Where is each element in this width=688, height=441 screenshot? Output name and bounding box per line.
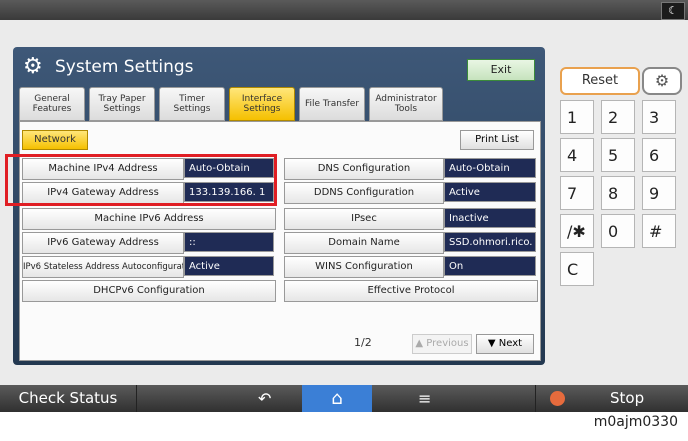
tab-network[interactable]: Network <box>22 130 88 150</box>
key-hash[interactable]: # <box>642 214 676 248</box>
divider <box>136 385 137 412</box>
home-button[interactable]: ⌂ <box>302 385 372 412</box>
key-7[interactable]: 7 <box>560 176 594 210</box>
tab-tray-paper-settings[interactable]: Tray Paper Settings <box>89 87 155 121</box>
ipsec-button[interactable]: IPsec <box>284 208 444 230</box>
ipsec-value: Inactive <box>444 208 536 228</box>
machine-ipv6-address-button[interactable]: Machine IPv6 Address <box>22 208 276 230</box>
tab-timer-settings[interactable]: Timer Settings <box>159 87 225 121</box>
dhcpv6-configuration-button[interactable]: DHCPv6 Configuration <box>22 280 276 302</box>
tab-general-features[interactable]: General Features <box>19 87 85 121</box>
screen-area: ⚙ System Settings Exit General Features … <box>0 20 688 385</box>
ipv6-stateless-autoconfig-value: Active <box>184 256 274 276</box>
menu-icon[interactable]: ≡ <box>418 385 431 412</box>
reset-button[interactable]: Reset <box>560 67 640 95</box>
key-2[interactable]: 2 <box>601 100 635 134</box>
tab-administrator-tools[interactable]: Administrator Tools <box>369 87 443 121</box>
ipv6-stateless-autoconfig-button[interactable]: IPv6 Stateless Address Autoconfiguration <box>22 256 184 278</box>
divider <box>535 385 536 412</box>
print-list-button[interactable]: Print List <box>460 130 534 150</box>
exit-button[interactable]: Exit <box>467 59 535 81</box>
stop-button[interactable]: Stop <box>610 385 644 412</box>
system-settings-panel: ⚙ System Settings Exit General Features … <box>13 47 545 365</box>
next-button[interactable]: ▼ Next <box>476 334 534 354</box>
effective-protocol-button[interactable]: Effective Protocol <box>284 280 538 302</box>
gear-icon: ⚙ <box>654 71 670 90</box>
back-icon[interactable]: ↶ <box>258 385 271 412</box>
key-5[interactable]: 5 <box>601 138 635 172</box>
page-title: System Settings <box>55 57 194 77</box>
bottom-bar: Check Status ↶ ⌂ ≡ Stop <box>0 385 688 412</box>
highlight-frame <box>5 154 277 206</box>
key-slash-star[interactable]: /✱ <box>560 214 594 248</box>
dns-configuration-button[interactable]: DNS Configuration <box>284 158 444 180</box>
domain-name-value: SSD.ohmori.rico. <box>444 232 536 252</box>
stop-icon[interactable] <box>550 391 565 406</box>
previous-label: Previous <box>426 338 469 349</box>
tab-file-transfer[interactable]: File Transfer <box>299 87 365 121</box>
key-4[interactable]: 4 <box>560 138 594 172</box>
key-3[interactable]: 3 <box>642 100 676 134</box>
key-1[interactable]: 1 <box>560 100 594 134</box>
key-8[interactable]: 8 <box>601 176 635 210</box>
gear-icon: ⚙ <box>23 54 43 79</box>
ipv6-gateway-address-value: :: <box>184 232 274 252</box>
pager: 1/2 ▲ Previous ▼ Next <box>354 334 534 354</box>
key-clear[interactable]: C <box>560 252 594 286</box>
key-9[interactable]: 9 <box>642 176 676 210</box>
check-status-button[interactable]: Check Status <box>0 385 136 412</box>
settings-gear-button[interactable]: ⚙ <box>642 67 682 95</box>
tab-interface-settings[interactable]: Interface Settings <box>229 87 295 121</box>
home-icon: ⌂ <box>331 388 343 409</box>
wins-configuration-button[interactable]: WINS Configuration <box>284 256 444 278</box>
panel-title-bar: ⚙ System Settings Exit <box>19 53 539 81</box>
previous-button[interactable]: ▲ Previous <box>412 334 472 354</box>
energy-saver-icon[interactable]: ☾ <box>661 2 685 20</box>
dns-configuration-value: Auto-Obtain <box>444 158 536 178</box>
key-6[interactable]: 6 <box>642 138 676 172</box>
settings-tabs: General Features Tray Paper Settings Tim… <box>19 87 539 121</box>
ipv6-gateway-address-button[interactable]: IPv6 Gateway Address <box>22 232 184 254</box>
ddns-configuration-button[interactable]: DDNS Configuration <box>284 182 444 204</box>
key-0[interactable]: 0 <box>601 214 635 248</box>
top-status-bar: ☾ <box>0 0 688 20</box>
next-label: Next <box>498 338 523 349</box>
figure-caption: m0ajm0330 <box>593 414 678 430</box>
page-indicator: 1/2 <box>354 336 372 349</box>
domain-name-button[interactable]: Domain Name <box>284 232 444 254</box>
wins-configuration-value: On <box>444 256 536 276</box>
ddns-configuration-value: Active <box>444 182 536 202</box>
